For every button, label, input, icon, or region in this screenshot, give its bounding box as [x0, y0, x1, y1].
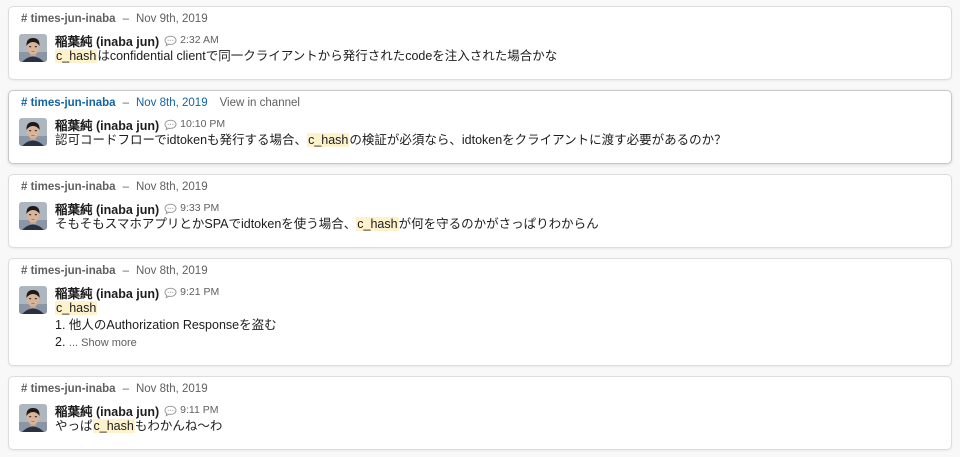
message-text: が何を守るのかがさっぱりわからん	[398, 217, 599, 231]
message-text: そもそもスマホアプリとかSPAでidtokenを使う場合、	[55, 217, 357, 231]
message-timestamp[interactable]: 10:10 PM	[180, 118, 225, 130]
search-term-highlight: c_hash	[307, 133, 350, 147]
search-term-highlight: c_hash	[55, 49, 98, 63]
message-body: 稲葉純 (inaba jun) 10:10 PM 認可コードフローでidtoke…	[55, 116, 939, 149]
message-date[interactable]: Nov 8th, 2019	[136, 265, 208, 277]
message-body: 稲葉純 (inaba jun) 9:11 PM やっぱc_hashもわかんね〜わ	[55, 402, 939, 435]
search-term-highlight: c_hash	[356, 217, 399, 231]
message-line: 2. ... Show more	[55, 334, 939, 352]
result-meta: # times-jun-inaba – Nov 8th, 2019	[21, 181, 208, 193]
message-timestamp[interactable]: 9:21 PM	[180, 286, 219, 298]
message-line: c_hashはconfidential clientで同一クライアントから発行さ…	[55, 48, 939, 65]
search-results-list: # times-jun-inaba – Nov 9th, 2019 稲葉純 (i…	[0, 0, 960, 457]
message-line: 1. 他人のAuthorization Responseを盗む	[55, 317, 939, 334]
show-more-link[interactable]: ... Show more	[69, 337, 137, 349]
message-text: もわかんね〜わ	[134, 419, 223, 433]
user-avatar[interactable]	[19, 404, 47, 432]
message-date[interactable]: Nov 9th, 2019	[136, 13, 208, 25]
message-header: 稲葉純 (inaba jun) 9:11 PM	[55, 401, 939, 420]
meta-separator: –	[122, 181, 129, 193]
author-name[interactable]: 稲葉純 (inaba jun)	[55, 199, 159, 218]
author-name[interactable]: 稲葉純 (inaba jun)	[55, 115, 159, 134]
result-meta: # times-jun-inaba – Nov 8th, 2019	[21, 383, 208, 395]
user-avatar[interactable]	[19, 118, 47, 146]
message-text: の検証が必須なら、idtokenをクライアントに渡す必要があるのか？	[349, 133, 727, 147]
message-body: 稲葉純 (inaba jun) 2:32 AM c_hashはconfident…	[55, 32, 939, 65]
channel-link[interactable]: # times-jun-inaba	[21, 181, 116, 193]
channel-link[interactable]: # times-jun-inaba	[21, 97, 116, 109]
message-text: 2.	[55, 335, 69, 349]
message-text: 認可コードフローでidtokenも発行する場合、	[55, 133, 308, 147]
result-meta: # times-jun-inaba – Nov 8th, 2019	[21, 265, 208, 277]
message-timestamp[interactable]: 9:33 PM	[180, 202, 219, 214]
message-date[interactable]: Nov 8th, 2019	[136, 181, 208, 193]
speech-bubble-icon	[164, 118, 177, 131]
user-avatar[interactable]	[19, 286, 47, 314]
channel-link[interactable]: # times-jun-inaba	[21, 13, 116, 25]
author-name[interactable]: 稲葉純 (inaba jun)	[55, 401, 159, 420]
message-timestamp[interactable]: 2:32 AM	[180, 34, 219, 46]
speech-bubble-icon	[164, 34, 177, 47]
message-text: はconfidential clientで同一クライアントから発行されたcode…	[97, 49, 558, 63]
search-term-highlight: c_hash	[55, 301, 98, 315]
message-header: 稲葉純 (inaba jun) 9:21 PM	[55, 283, 939, 302]
author-name[interactable]: 稲葉純 (inaba jun)	[55, 31, 159, 50]
channel-link[interactable]: # times-jun-inaba	[21, 265, 116, 277]
message-header: 稲葉純 (inaba jun) 2:32 AM	[55, 31, 939, 50]
speech-bubble-icon	[164, 286, 177, 299]
message-text: 1. 他人のAuthorization Responseを盗む	[55, 318, 277, 332]
channel-link[interactable]: # times-jun-inaba	[21, 383, 116, 395]
search-result-card[interactable]: # times-jun-inaba – Nov 8th, 2019 稲葉純 (i…	[8, 258, 952, 366]
message-line: やっぱc_hashもわかんね〜わ	[55, 418, 939, 435]
search-result-card[interactable]: # times-jun-inaba – Nov 9th, 2019 稲葉純 (i…	[8, 6, 952, 80]
message-text: やっぱ	[55, 419, 93, 433]
message-body: 稲葉純 (inaba jun) 9:33 PM そもそもスマホアプリとかSPAで…	[55, 200, 939, 233]
message-header: 稲葉純 (inaba jun) 9:33 PM	[55, 199, 939, 218]
search-term-highlight: c_hash	[92, 419, 135, 433]
search-result-card[interactable]: # times-jun-inaba – Nov 8th, 2019 稲葉純 (i…	[8, 174, 952, 248]
message-date[interactable]: Nov 8th, 2019	[136, 97, 208, 109]
message-line: 認可コードフローでidtokenも発行する場合、c_hashの検証が必須なら、i…	[55, 132, 939, 149]
message-line: そもそもスマホアプリとかSPAでidtokenを使う場合、c_hashが何を守る…	[55, 216, 939, 233]
meta-separator: –	[122, 13, 129, 25]
result-meta: # times-jun-inaba – Nov 9th, 2019	[21, 13, 208, 25]
speech-bubble-icon	[164, 202, 177, 215]
message-date[interactable]: Nov 8th, 2019	[136, 383, 208, 395]
user-avatar[interactable]	[19, 202, 47, 230]
meta-separator: –	[122, 265, 129, 277]
message-body: 稲葉純 (inaba jun) 9:21 PM c_hash 1. 他人のAuth…	[55, 284, 939, 352]
message-header: 稲葉純 (inaba jun) 10:10 PM	[55, 115, 939, 134]
view-in-channel-link[interactable]: View in channel	[220, 97, 300, 109]
meta-separator: –	[122, 97, 129, 109]
message-line: c_hash	[55, 300, 939, 317]
search-result-card[interactable]: # times-jun-inaba – Nov 8th, 2019 稲葉純 (i…	[8, 376, 952, 450]
message-timestamp[interactable]: 9:11 PM	[180, 404, 218, 416]
speech-bubble-icon	[164, 404, 177, 417]
author-name[interactable]: 稲葉純 (inaba jun)	[55, 283, 159, 302]
result-meta: # times-jun-inaba – Nov 8th, 2019 View in…	[21, 97, 300, 109]
user-avatar[interactable]	[19, 34, 47, 62]
search-result-card[interactable]: # times-jun-inaba – Nov 8th, 2019 View in…	[8, 90, 952, 164]
meta-separator: –	[122, 383, 129, 395]
